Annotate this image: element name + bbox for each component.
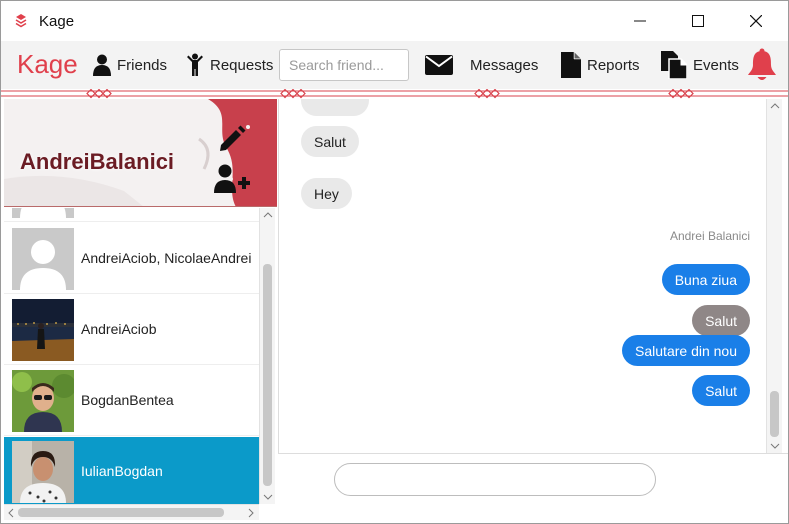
app-window: Kage Kage Friends Requests Search friend… xyxy=(0,0,789,524)
nav-events-label: Events xyxy=(693,56,739,74)
close-icon xyxy=(750,15,762,27)
nav-messages-button[interactable]: Messages xyxy=(425,47,538,83)
maximize-button[interactable] xyxy=(669,1,727,41)
nav-requests-button[interactable]: Requests xyxy=(186,47,273,83)
nav-requests-label: Requests xyxy=(210,56,274,74)
friend-name: AndreiAciob, NicolaeAndrei xyxy=(81,250,252,266)
scroll-up-arrow-icon[interactable] xyxy=(770,103,780,109)
brand-logo[interactable]: Kage xyxy=(17,49,78,80)
message-sender-name: Andrei Balanici xyxy=(669,229,750,243)
close-button[interactable] xyxy=(727,1,785,41)
user-icon xyxy=(93,54,111,76)
minimize-button[interactable] xyxy=(611,1,669,41)
window-title: Kage xyxy=(39,13,75,30)
nav-reports-button[interactable]: Reports xyxy=(561,47,640,83)
friend-list-horizontal-scrollbar[interactable] xyxy=(4,504,259,520)
nav-friends-label: Friends xyxy=(117,56,168,74)
friend-list-vertical-scrollbar[interactable] xyxy=(259,208,275,504)
nav-events-button[interactable]: Events xyxy=(661,47,739,83)
message-bubble-outgoing: Salutare din nou xyxy=(622,335,750,366)
nav-friends-button[interactable]: Friends xyxy=(93,47,167,83)
person-arms-up-icon xyxy=(187,53,203,76)
search-friend-input[interactable] xyxy=(279,49,409,81)
documents-icon xyxy=(661,51,687,79)
message-composer xyxy=(278,453,788,523)
nav-messages-label: Messages xyxy=(470,56,539,74)
nav-reports-label: Reports xyxy=(587,56,640,74)
message-bubble-incoming: Hey xyxy=(301,178,352,209)
portrait-avatar xyxy=(12,441,74,503)
maximize-icon xyxy=(692,15,704,27)
scroll-down-arrow-icon[interactable] xyxy=(263,494,273,500)
friend-list-hscroll-thumb[interactable] xyxy=(18,508,224,517)
friend-name: AndreiAciob xyxy=(81,321,157,337)
night-lake-avatar xyxy=(12,299,74,361)
scroll-down-arrow-icon[interactable] xyxy=(770,443,780,449)
default-avatar-icon xyxy=(12,208,74,218)
chat-vertical-scrollbar[interactable] xyxy=(766,99,782,453)
notification-bell-icon[interactable] xyxy=(747,48,777,82)
add-user-icon xyxy=(214,164,250,193)
friend-list-scroll-thumb[interactable] xyxy=(263,264,272,486)
scroll-right-arrow-icon[interactable] xyxy=(248,508,254,518)
message-bubble-incoming: Salut xyxy=(301,126,359,157)
chat-messages-area: Salut Hey Andrei Balanici Buna ziua Salu… xyxy=(278,99,766,453)
friend-row-selected[interactable]: IulianBogdan xyxy=(4,437,259,504)
edit-profile-button[interactable] xyxy=(212,121,252,157)
friend-name: BogdanBentea xyxy=(81,392,174,408)
friend-name: IulianBogdan xyxy=(81,463,163,479)
document-icon xyxy=(561,52,581,78)
chat-scroll-thumb[interactable] xyxy=(770,391,779,437)
app-logo-icon xyxy=(15,14,27,28)
envelope-icon xyxy=(425,55,453,75)
friend-row[interactable]: AndreiAciob xyxy=(4,295,259,365)
scroll-left-arrow-icon[interactable] xyxy=(8,508,14,518)
friend-row[interactable]: BogdanBentea xyxy=(4,366,259,436)
friend-row[interactable]: AndreiAciob, NicolaeAndrei xyxy=(4,224,259,294)
message-bubble-outgoing: Buna ziua xyxy=(661,264,750,295)
friend-row-partial[interactable] xyxy=(4,208,259,222)
message-bubble-partial xyxy=(301,99,369,116)
top-nav-bar: Kage Friends Requests Messages xyxy=(1,41,788,89)
message-bubble-outgoing-selected: Salut xyxy=(692,305,750,336)
friend-list[interactable]: AndreiAciob, NicolaeAndrei AndreiAciob B… xyxy=(4,208,259,504)
message-bubble-outgoing: Salut xyxy=(692,375,750,406)
sunglasses-avatar xyxy=(12,370,74,432)
profile-username: AndreiBalanici xyxy=(20,149,175,174)
title-bar: Kage xyxy=(1,1,788,41)
pencil-icon xyxy=(220,125,246,151)
default-avatar-icon xyxy=(12,228,74,290)
header-ornament-divider xyxy=(1,89,788,99)
minimize-icon xyxy=(634,20,646,22)
profile-card: AndreiBalanici xyxy=(4,99,277,207)
message-input[interactable] xyxy=(334,463,656,496)
add-friend-button[interactable] xyxy=(212,161,252,197)
scroll-up-arrow-icon[interactable] xyxy=(263,212,273,218)
